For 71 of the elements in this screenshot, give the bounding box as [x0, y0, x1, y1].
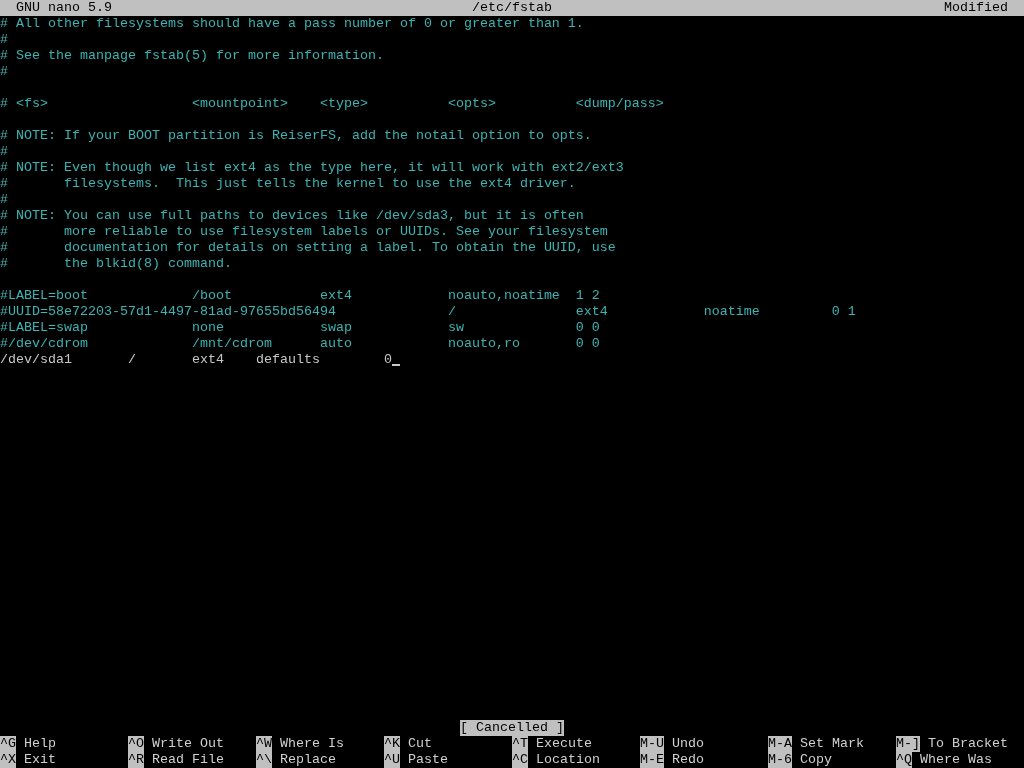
code-line: # more reliable to use filesystem labels or UUIDs. See your filesystem: [0, 224, 608, 240]
shortcut-key: M-]: [896, 736, 920, 752]
code-line: # NOTE: If your BOOT partition is ReiserFS, add the notail option to opts.: [0, 128, 592, 144]
shortcut-label: Exit: [24, 752, 56, 768]
shortcut-item[interactable]: ^R Read File: [128, 752, 256, 768]
shortcut-key: M-6: [768, 752, 792, 768]
shortcut-label: Location: [536, 752, 600, 768]
shortcut-item[interactable]: ^C Location: [512, 752, 640, 768]
shortcut-key: ^W: [256, 736, 272, 752]
shortcut-label: Cut: [408, 736, 432, 752]
app-version: GNU nano 5.9: [16, 0, 112, 16]
code-line: #/dev/cdrom /mnt/cdrom auto noauto,ro 0 0: [0, 336, 600, 352]
shortcut-key: M-U: [640, 736, 664, 752]
shortcut-key: ^Q: [896, 752, 912, 768]
shortcut-label: Paste: [408, 752, 448, 768]
shortcut-label: Where Is: [280, 736, 344, 752]
shortcut-label: Help: [24, 736, 56, 752]
code-line: # filesystems. This just tells the kernel to use the ext4 driver.: [0, 176, 576, 192]
shortcut-item[interactable]: M-] To Bracket: [896, 736, 1024, 752]
shortcut-key: ^O: [128, 736, 144, 752]
shortcut-key: ^\: [256, 752, 272, 768]
shortcut-item[interactable]: M-A Set Mark: [768, 736, 896, 752]
shortcut-item[interactable]: ^X Exit: [0, 752, 128, 768]
shortcut-key: M-E: [640, 752, 664, 768]
code-line: #: [0, 192, 8, 208]
shortcut-key: ^U: [384, 752, 400, 768]
shortcut-item[interactable]: ^O Write Out: [128, 736, 256, 752]
shortcut-label: Undo: [672, 736, 704, 752]
code-line: # See the manpage fstab(5) for more information.: [0, 48, 384, 64]
code-line: #: [0, 64, 8, 80]
code-line: # NOTE: Even though we list ext4 as the type here, it will work with ext2/ext3: [0, 160, 624, 176]
code-line: #UUID=58e72203-57d1-4497-81ad-97655bd56494 / ext4 noatime 0 1: [0, 304, 856, 320]
shortcut-item[interactable]: ^\ Replace: [256, 752, 384, 768]
shortcut-key: ^R: [128, 752, 144, 768]
shortcut-key: ^C: [512, 752, 528, 768]
modified-status: Modified: [944, 0, 1008, 16]
shortcut-key: ^X: [0, 752, 16, 768]
shortcut-item[interactable]: ^G Help: [0, 736, 128, 752]
shortcut-key: ^K: [384, 736, 400, 752]
shortcut-label: Redo: [672, 752, 704, 768]
code-line: # the blkid(8) command.: [0, 256, 232, 272]
status-message: [ Cancelled ]: [460, 720, 564, 736]
shortcut-key: ^G: [0, 736, 16, 752]
shortcut-item[interactable]: ^T Execute: [512, 736, 640, 752]
shortcut-item[interactable]: ^U Paste: [384, 752, 512, 768]
code-line: # All other filesystems should have a pass number of 0 or greater than 1.: [0, 16, 584, 32]
shortcut-label: Write Out: [152, 736, 224, 752]
code-line: # <fs> <mountpoint> <type> <opts> <dump/pass>: [0, 96, 664, 112]
shortcut-item[interactable]: M-6 Copy: [768, 752, 896, 768]
code-line: #LABEL=swap none swap sw 0 0: [0, 320, 600, 336]
shortcut-item[interactable]: ^K Cut: [384, 736, 512, 752]
code-line: /dev/sda1 / ext4 defaults 0: [0, 352, 392, 368]
shortcut-label: Where Was: [920, 752, 992, 768]
code-line: #: [0, 32, 8, 48]
code-line: # NOTE: You can use full paths to devices like /dev/sda3, but it is often: [0, 208, 584, 224]
shortcut-item[interactable]: M-U Undo: [640, 736, 768, 752]
shortcut-item[interactable]: M-E Redo: [640, 752, 768, 768]
shortcut-key: ^T: [512, 736, 528, 752]
code-line: #LABEL=boot /boot ext4 noauto,noatime 1 2: [0, 288, 600, 304]
shortcut-label: To Bracket: [928, 736, 1008, 752]
shortcut-label: Copy: [800, 752, 832, 768]
shortcut-item[interactable]: ^Q Where Was: [896, 752, 1024, 768]
shortcut-label: Read File: [152, 752, 224, 768]
shortcut-key: M-A: [768, 736, 792, 752]
code-line: # documentation for details on setting a label. To obtain the UUID, use: [0, 240, 616, 256]
shortcut-label: Set Mark: [800, 736, 864, 752]
shortcut-item[interactable]: ^W Where Is: [256, 736, 384, 752]
shortcut-label: Replace: [280, 752, 336, 768]
shortcut-label: Execute: [536, 736, 592, 752]
file-name: /etc/fstab: [472, 0, 552, 16]
code-line: #: [0, 144, 8, 160]
